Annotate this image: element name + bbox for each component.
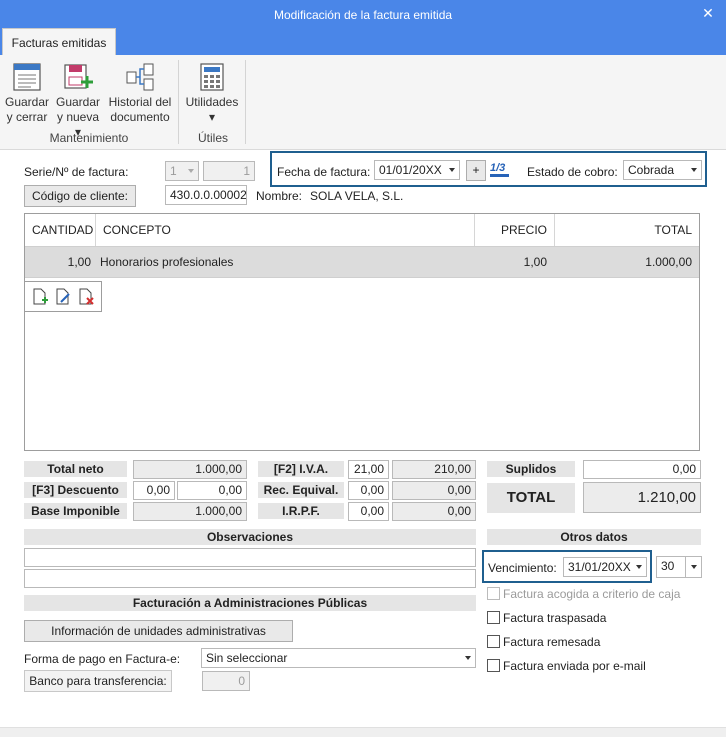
cash-criteria-checkbox <box>487 587 500 600</box>
discount-amount-field[interactable]: 0,00 <box>177 481 247 500</box>
payment-status-select[interactable]: Cobrada <box>623 160 702 180</box>
close-button[interactable]: ✕ <box>690 0 726 30</box>
invoice-date-field[interactable]: 01/01/20XX <box>374 160 460 180</box>
bank-transfer-button[interactable]: Banco para transferencia: <box>24 670 172 692</box>
transferred-checkbox[interactable] <box>487 611 500 624</box>
emailed-label: Factura enviada por e-mail <box>503 659 646 673</box>
efactura-title: Facturación a Administraciones Públicas <box>24 595 476 611</box>
status-bar <box>0 727 726 737</box>
row-concept: Honorarios profesionales <box>100 255 234 269</box>
row-price: 1,00 <box>523 255 547 269</box>
other-data-title: Otros datos <box>487 529 701 545</box>
utilities-arrow: ▾ <box>208 110 216 124</box>
name-label: Nombre: <box>256 189 303 203</box>
invoice-lines-table[interactable]: CANTIDAD CONCEPTO PRECIO UD. TOTAL 1,00 … <box>24 213 700 451</box>
tax-base-label: Base Imponible <box>24 503 127 519</box>
utilities-label: Utilidades <box>185 95 239 109</box>
edit-line-icon[interactable] <box>55 288 71 306</box>
irpf-label: I.R.P.F. <box>258 503 344 519</box>
utilities-button[interactable]: Utilidades ▾ <box>184 62 240 125</box>
ribbon-separator <box>178 60 179 144</box>
status-label: Estado de cobro: <box>527 165 618 179</box>
row-total: 1.000,00 <box>645 255 692 269</box>
calculator-icon <box>200 63 224 91</box>
group-label-utilities: Útiles <box>197 131 228 145</box>
save-close-button[interactable]: Guardar y cerrar <box>4 62 50 125</box>
new-line-icon[interactable] <box>32 288 48 306</box>
save-close-label-2: y cerrar <box>6 110 48 124</box>
date-label: Fecha de factura: <box>277 165 371 179</box>
save-new-button[interactable]: Guardar y nueva ▾ <box>53 62 103 140</box>
tab-facturas-emitidas[interactable]: Facturas emitidas <box>2 28 116 56</box>
document-history-button[interactable]: Historial del documento <box>106 62 174 125</box>
client-code-field[interactable]: 430.0.0.00002 <box>165 185 247 205</box>
add-date-button[interactable]: + <box>466 160 486 181</box>
ribbon-separator <box>245 60 246 144</box>
svg-text:1/3: 1/3 <box>490 162 505 174</box>
observations-line-2[interactable] <box>24 569 476 588</box>
column-header-qty[interactable]: CANTIDAD <box>25 214 96 246</box>
column-header-price[interactable]: PRECIO UD. <box>475 214 555 269</box>
invoice-date-value: 01/01/20XX <box>379 163 442 177</box>
payment-method-label: Forma de pago en Factura-e: <box>24 652 181 666</box>
equivalence-label: Rec. Equival. <box>258 482 344 498</box>
administrative-units-button[interactable]: Información de unidades administrativas <box>24 620 293 642</box>
column-header-total[interactable]: TOTAL <box>555 214 699 246</box>
save-new-icon <box>64 64 93 89</box>
due-date-field[interactable]: 31/01/20XX <box>563 557 647 577</box>
window-title: Modificación de la factura emitida <box>0 0 726 30</box>
client-code-button[interactable]: Código de cliente: <box>24 185 136 207</box>
due-days-select[interactable]: 30 <box>656 556 702 578</box>
delete-line-icon[interactable] <box>78 288 94 306</box>
transferred-label: Factura traspasada <box>503 611 607 625</box>
net-total-value: 1.000,00 <box>133 460 247 479</box>
suplidos-field[interactable]: 0,00 <box>583 460 701 479</box>
grand-total-value: 1.210,00 <box>583 482 701 513</box>
payment-method-select[interactable]: Sin seleccionar <box>201 648 476 668</box>
due-date-label: Vencimiento: <box>488 561 557 575</box>
serie-select: 1 <box>165 161 199 181</box>
history-label-2: documento <box>110 110 170 124</box>
discount-label[interactable]: [F3] Descuento <box>24 482 127 498</box>
payment-method-value: Sin seleccionar <box>206 651 288 665</box>
equivalence-percent-field[interactable]: 0,00 <box>348 481 389 500</box>
save-new-label-1: Guardar <box>55 95 101 109</box>
serie-value: 1 <box>170 164 177 178</box>
net-total-label: Total neto <box>24 461 127 477</box>
irpf-amount-value: 0,00 <box>392 502 476 521</box>
grand-total-label: TOTAL <box>487 483 575 513</box>
discount-percent-field[interactable]: 0,00 <box>133 481 175 500</box>
client-name-value: SOLA VELA, S.L. <box>310 189 404 203</box>
iva-amount-value: 210,00 <box>392 460 476 479</box>
calendar-icon[interactable]: 1/3 <box>489 160 511 180</box>
iva-percent-field[interactable]: 21,00 <box>348 460 389 479</box>
row-qty: 1,00 <box>67 255 91 269</box>
iva-label[interactable]: [F2] I.V.A. <box>258 461 344 477</box>
tax-base-value: 1.000,00 <box>133 502 247 521</box>
cash-criteria-label: Factura acogida a criterio de caja <box>503 587 681 601</box>
observations-line-1[interactable] <box>24 548 476 567</box>
save-close-label-1: Guardar <box>4 95 50 109</box>
remitted-label: Factura remesada <box>503 635 601 649</box>
due-days-divider <box>685 557 686 577</box>
history-label-1: Historial del <box>108 95 172 109</box>
table-row[interactable]: 1,00 Honorarios profesionales 1,00 1.000… <box>25 246 699 278</box>
column-header-concept[interactable]: CONCEPTO <box>96 214 475 246</box>
save-close-icon <box>13 63 41 91</box>
suplidos-label: Suplidos <box>487 461 575 477</box>
due-date-value: 31/01/20XX <box>568 560 631 574</box>
observations-title: Observaciones <box>24 529 476 545</box>
invoice-number-field: 1 <box>203 161 255 181</box>
remitted-checkbox[interactable] <box>487 635 500 648</box>
line-actions-toolbar <box>24 281 102 312</box>
history-icon <box>126 63 154 91</box>
emailed-checkbox[interactable] <box>487 659 500 672</box>
serie-label: Serie/Nº de factura: <box>24 165 129 179</box>
group-label-maintenance: Mantenimiento <box>49 131 129 145</box>
irpf-percent-field[interactable]: 0,00 <box>348 502 389 521</box>
bank-transfer-field: 0 <box>202 671 250 691</box>
equivalence-amount-value: 0,00 <box>392 481 476 500</box>
payment-status-value: Cobrada <box>628 163 675 177</box>
due-days-value: 30 <box>661 559 675 573</box>
